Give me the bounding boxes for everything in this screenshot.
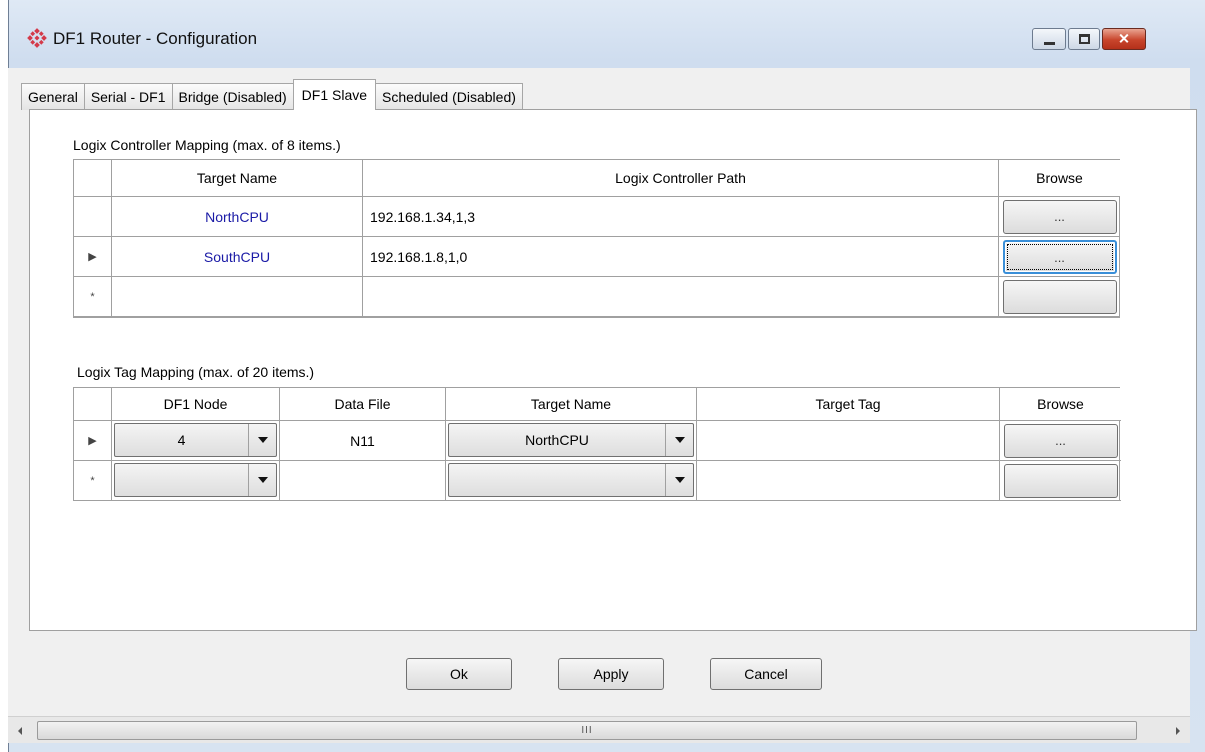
table-row-new[interactable]: *: [74, 461, 1121, 501]
maximize-button[interactable]: [1068, 28, 1100, 50]
controller-path-cell[interactable]: 192.168.1.8,1,0: [363, 237, 999, 277]
browse-cell: [1000, 461, 1121, 501]
browse-cell: ...: [999, 197, 1120, 237]
row-header[interactable]: [74, 197, 112, 237]
browse-cell: ...: [999, 237, 1120, 277]
close-icon: ✕: [1118, 30, 1130, 47]
target-name-dropdown[interactable]: NorthCPU: [448, 423, 694, 457]
target-name-value: NorthCPU: [525, 432, 589, 448]
df1-node-dropdown[interactable]: [114, 463, 277, 497]
tab-scheduled[interactable]: Scheduled (Disabled): [375, 83, 523, 110]
browse-button[interactable]: [1002, 279, 1117, 314]
table-row-new[interactable]: *: [74, 277, 1120, 317]
chevron-down-icon[interactable]: [665, 424, 693, 456]
column-header-df1-node[interactable]: DF1 Node: [112, 388, 280, 421]
df1-node-dropdown[interactable]: 4: [114, 423, 277, 457]
browse-button[interactable]: [1003, 463, 1118, 498]
maximize-icon: [1079, 34, 1090, 44]
ok-button[interactable]: Ok: [406, 658, 512, 690]
row-header[interactable]: *: [74, 277, 112, 317]
table-row[interactable]: NorthCPU 192.168.1.34,1,3 ...: [74, 197, 1120, 237]
apply-button[interactable]: Apply: [558, 658, 664, 690]
row-header-corner: [74, 160, 112, 197]
tab-bridge[interactable]: Bridge (Disabled): [171, 83, 294, 110]
target-name-cell[interactable]: [112, 277, 363, 317]
tag-mapping-grid: DF1 Node Data File Target Name Target Ta…: [73, 387, 1121, 501]
window-title: DF1 Router - Configuration: [53, 29, 258, 48]
minimize-button[interactable]: [1032, 28, 1066, 50]
scroll-right-icon[interactable]: [1166, 717, 1190, 744]
browse-button[interactable]: ...: [1003, 423, 1118, 458]
row-header-corner: [74, 388, 112, 421]
controller-path-cell[interactable]: 192.168.1.34,1,3: [363, 197, 999, 237]
row-header[interactable]: ▶: [74, 421, 112, 461]
tag-mapping-label: Logix Tag Mapping (max. of 20 items.): [77, 364, 315, 380]
controller-path-cell[interactable]: [363, 277, 999, 317]
table-row[interactable]: ▶ 4 N11 NorthCPU ...: [74, 421, 1121, 461]
column-header-browse[interactable]: Browse: [1000, 388, 1121, 421]
chevron-down-icon[interactable]: [248, 424, 276, 456]
df1-node-value: 4: [177, 432, 186, 448]
target-tag-cell[interactable]: [697, 421, 1000, 461]
tab-serial-df1[interactable]: Serial - DF1: [83, 83, 173, 110]
target-name-cell: NorthCPU: [446, 421, 697, 461]
column-header-target-name[interactable]: Target Name: [446, 388, 697, 421]
tab-df1-slave[interactable]: DF1 Slave: [292, 79, 377, 110]
target-name-cell[interactable]: NorthCPU: [112, 197, 363, 237]
column-header-target-tag[interactable]: Target Tag: [697, 388, 1000, 421]
column-header-data-file[interactable]: Data File: [280, 388, 446, 421]
target-name-dropdown[interactable]: [448, 463, 694, 497]
grid-header-row: Target Name Logix Controller Path Browse: [74, 160, 1120, 197]
browse-button[interactable]: ...: [1002, 199, 1117, 234]
app-logo-icon: [27, 28, 47, 48]
data-file-cell[interactable]: N11: [280, 421, 446, 461]
tab-strip: General Serial - DF1 Bridge (Disabled) D…: [21, 79, 523, 110]
row-header[interactable]: ▶: [74, 237, 112, 277]
grid-header-row: DF1 Node Data File Target Name Target Ta…: [74, 388, 1121, 421]
tab-general[interactable]: General: [21, 83, 85, 110]
controller-mapping-grid: Target Name Logix Controller Path Browse…: [73, 159, 1120, 318]
column-header-controller-path[interactable]: Logix Controller Path: [363, 160, 999, 197]
column-header-browse[interactable]: Browse: [999, 160, 1120, 197]
title-bar[interactable]: DF1 Router - Configuration ✕: [9, 0, 1205, 68]
chevron-down-icon[interactable]: [248, 464, 276, 496]
close-button[interactable]: ✕: [1102, 28, 1146, 50]
scrollbar-thumb[interactable]: III: [37, 721, 1137, 740]
chevron-down-icon[interactable]: [665, 464, 693, 496]
horizontal-scrollbar[interactable]: III: [8, 716, 1190, 743]
browse-cell: ...: [1000, 421, 1121, 461]
browse-cell: [999, 277, 1120, 317]
target-tag-cell[interactable]: [697, 461, 1000, 501]
target-name-cell: [446, 461, 697, 501]
table-row[interactable]: ▶ SouthCPU 192.168.1.8,1,0 ...: [74, 237, 1120, 277]
data-file-cell[interactable]: [280, 461, 446, 501]
minimize-icon: [1044, 42, 1055, 45]
scroll-left-icon[interactable]: [8, 717, 32, 744]
row-header[interactable]: *: [74, 461, 112, 501]
column-header-target-name[interactable]: Target Name: [112, 160, 363, 197]
controller-mapping-label: Logix Controller Mapping (max. of 8 item…: [73, 137, 341, 153]
cancel-button[interactable]: Cancel: [710, 658, 822, 690]
browse-button[interactable]: ...: [1002, 239, 1117, 274]
df1-node-cell: [112, 461, 280, 501]
df1-node-cell: 4: [112, 421, 280, 461]
target-name-cell[interactable]: SouthCPU: [112, 237, 363, 277]
